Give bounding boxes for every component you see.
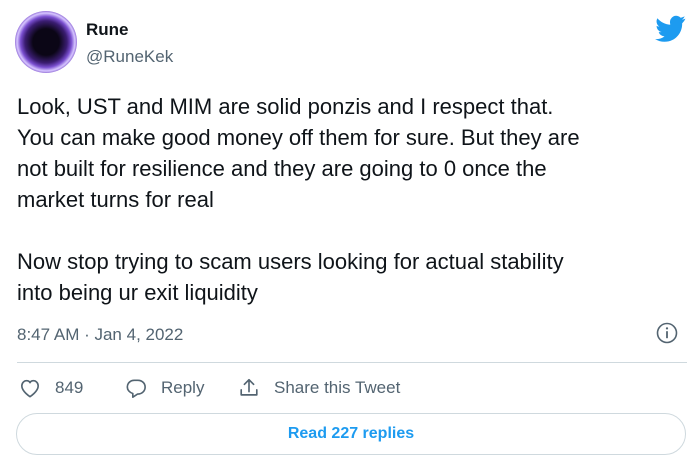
like-count: 849 (55, 378, 84, 397)
divider (17, 362, 687, 363)
share-icon (240, 378, 258, 396)
tweet-text: Look, UST and MIM are solid ponzis and I… (17, 94, 580, 305)
info-icon[interactable] (656, 322, 678, 344)
read-replies-button[interactable]: Read 227 replies (16, 413, 686, 455)
avatar[interactable] (15, 11, 77, 73)
heart-icon (21, 379, 39, 398)
author-handle[interactable]: @RuneKek (86, 47, 173, 67)
author-name[interactable]: Rune (86, 20, 129, 40)
reply-bubble-icon (126, 378, 146, 398)
reply-label: Reply (161, 378, 205, 397)
tweet-card: Rune @RuneKek Look, UST and MIM are soli… (0, 0, 700, 471)
reply-button[interactable]: Reply (125, 375, 204, 401)
like-button[interactable]: 849 (19, 375, 83, 401)
share-label: Share this Tweet (274, 378, 401, 397)
share-button[interactable]: Share this Tweet (238, 375, 400, 401)
tweet-timestamp[interactable]: 8:47 AM · Jan 4, 2022 (17, 325, 183, 345)
twitter-bird-icon[interactable] (655, 15, 686, 42)
